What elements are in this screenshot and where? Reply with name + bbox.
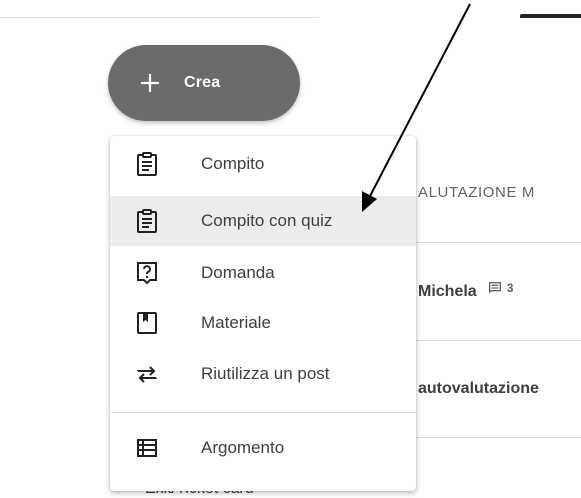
stream-divider [390,437,581,438]
create-button[interactable]: Crea [108,45,300,121]
stream-post[interactable]: Michela 3 [418,280,581,301]
material-icon [135,311,159,335]
topic-header: ALUTAZIONE M [418,184,535,201]
menu-item-label: Domanda [201,263,275,282]
topic-icon [135,436,159,460]
create-menu: Compito Compito con quiz Domanda Materia… [110,136,416,491]
stream-post-title[interactable]: autovalutazione [418,380,581,398]
question-icon [135,261,159,285]
menu-item-label: Compito con quiz [201,211,333,230]
menu-item-material[interactable]: Materiale [110,298,416,348]
menu-item-label: Compito [201,154,265,173]
menu-item-label: Argomento [201,438,285,457]
comment-count: 3 [487,280,513,296]
stream-divider [390,340,581,341]
menu-item-question[interactable]: Domanda [110,248,416,298]
plus-icon [139,72,161,94]
assignment-icon [135,152,159,176]
menu-divider [110,412,416,413]
menu-item-assignment[interactable]: Compito [110,139,416,189]
quiz-assignment-icon [135,209,159,233]
menu-item-topic[interactable]: Argomento [110,423,416,473]
menu-item-label: Materiale [201,313,271,332]
comment-icon [488,282,501,294]
stream-divider [390,242,581,243]
menu-item-quiz-assignment[interactable]: Compito con quiz [110,196,416,246]
reuse-icon [135,362,159,386]
menu-item-reuse-post[interactable]: Riutilizza un post [110,349,416,399]
post-author: Michela [418,283,477,300]
active-tab-indicator [520,14,581,18]
menu-item-label: Riutilizza un post [201,364,330,383]
top-divider [0,17,318,18]
create-button-label: Crea [184,74,221,91]
